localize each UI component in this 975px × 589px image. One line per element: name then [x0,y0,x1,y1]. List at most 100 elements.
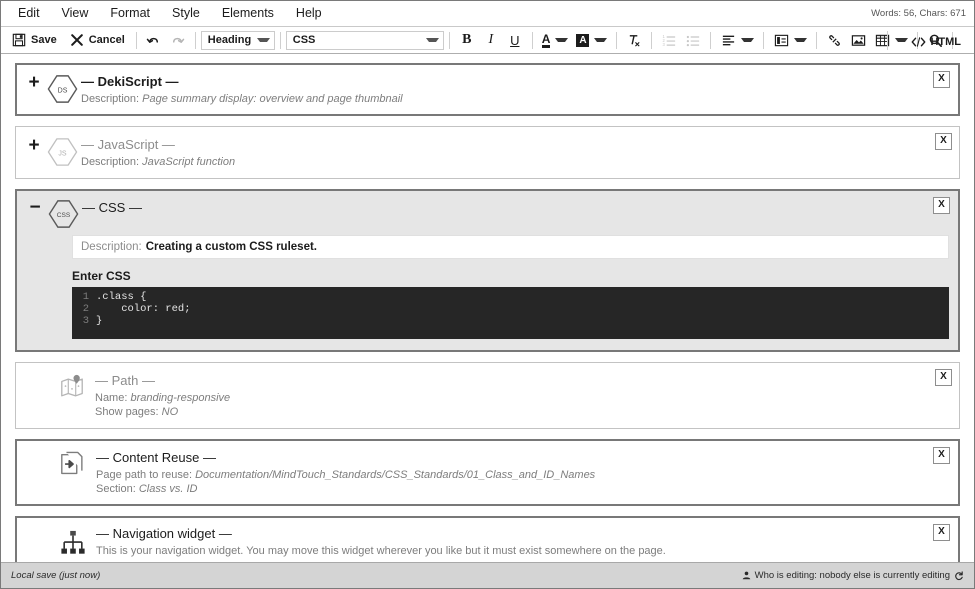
hexagon-icon: JS [43,136,81,167]
refresh-icon[interactable] [954,570,964,581]
italic-button[interactable]: I [479,29,503,52]
menu-format[interactable]: Format [99,1,161,26]
widget-navigation[interactable]: — Navigation widget — This is your navig… [15,516,960,562]
word-char-count: Words: 56, Chars: 671 [871,8,966,19]
clear-format-icon [626,32,642,48]
editor-canvas[interactable]: + DS — DekiScript — Description: Page su… [1,54,974,562]
style-select[interactable]: CSS [285,30,444,50]
bold-button[interactable]: B [455,29,479,52]
row-value: This is your navigation widget. You may … [96,545,666,557]
widget-row: Description: Page summary display: overv… [81,92,948,106]
italic-label: I [488,32,494,47]
toolbar-divider [816,31,818,49]
row-value: Class vs. ID [138,483,198,495]
link-button[interactable] [822,29,846,52]
widget-row: Description: JavaScript function [81,155,949,169]
menu-view[interactable]: View [51,1,100,26]
save-disk-icon [11,32,27,48]
remove-widget-button[interactable]: X [935,369,952,386]
highlight-label: A [576,33,590,47]
css-description-input[interactable]: Description: Creating a custom CSS rules… [72,235,949,259]
expand-toggle[interactable]: + [25,73,43,92]
menu-elements[interactable]: Elements [211,1,285,26]
widget-row: Name: branding-responsive [95,391,949,405]
cancel-label: Cancel [88,34,125,46]
toolbar-divider [710,31,712,49]
bullet-list-button[interactable] [681,29,705,52]
align-button[interactable] [716,29,758,52]
toolbar-divider [616,31,618,49]
toolbar-divider [194,31,196,49]
toolbar-divider [763,31,765,49]
row-label: Page path to reuse: [96,469,193,481]
toolbar-divider [887,31,888,50]
svg-text:JS: JS [58,150,67,157]
code-line: 1 .class { [72,291,949,303]
sitemap-icon [50,528,96,556]
text-color-button[interactable]: A [538,29,573,52]
menu-edit[interactable]: Edit [7,1,51,26]
widget-row: Page path to reuse: Documentation/MindTo… [96,468,948,482]
person-icon [742,571,751,580]
chevron-down-icon [256,38,270,42]
heading-select[interactable]: Heading [200,30,275,50]
widget-title: — Content Reuse — [96,450,216,465]
row-label: Section: [96,483,136,495]
save-button[interactable]: Save [5,29,63,52]
editing-status-text: Who is editing: nobody else is currently… [754,570,950,581]
remove-widget-button[interactable]: X [935,133,952,150]
widget-css[interactable]: − CSS — CSS — Description: Creating a cu… [15,189,960,352]
chevron-down-icon [741,38,755,42]
bullet-list-icon [685,32,701,48]
save-label: Save [31,34,57,46]
remove-widget-button[interactable]: X [933,71,950,88]
style-select-value: CSS [292,34,316,46]
code-text: } [96,315,103,327]
table-icon [874,32,890,48]
menu-style[interactable]: Style [161,1,211,26]
enter-css-label: Enter CSS [72,269,131,283]
chevron-down-icon [594,38,608,42]
widget-content-reuse[interactable]: — Content Reuse — Page path to reuse: Do… [15,439,960,506]
remove-widget-button[interactable]: X [933,447,950,464]
remove-widget-button[interactable]: X [933,524,950,541]
local-save-status: Local save (just now) [11,570,101,581]
clear-formatting-button[interactable] [622,29,646,52]
formatting-toolbar: Save Cancel Heading CSS B I U A A 1 2 3 … [1,27,974,54]
toolbar-divider [279,31,281,49]
indent-button[interactable] [769,29,811,52]
widget-javascript[interactable]: + JS — JavaScript — Description: JavaScr… [15,126,960,179]
description-value: Creating a custom CSS ruleset. [145,241,317,253]
row-value: Page summary display: overview and page … [142,93,403,105]
row-label: Description: [81,93,140,105]
link-icon [826,32,842,48]
code-line: 2 color: red; [72,303,949,315]
html-source-button[interactable]: HTML [903,30,969,53]
line-number: 1 [82,291,89,303]
underline-button[interactable]: U [503,29,527,52]
widget-dekiscript[interactable]: + DS — DekiScript — Description: Page su… [15,63,960,116]
highlight-color-button[interactable]: A [572,29,611,52]
redo-button[interactable] [166,29,190,52]
css-code-editor[interactable]: 1 .class { 2 color: red; 3 } [72,287,949,339]
image-button[interactable] [846,29,870,52]
remove-widget-button[interactable]: X [933,197,950,214]
underline-label: U [510,32,520,48]
editor-window: Edit View Format Style Elements Help Wor… [0,0,975,589]
hexagon-icon: DS [43,73,81,104]
status-bar: Local save (just now) Who is editing: no… [1,562,974,588]
numbered-list-button[interactable]: 1 2 3 [657,29,681,52]
widget-title: — Navigation widget — [96,526,232,541]
row-label: Description: [81,156,140,168]
chevron-down-icon [794,38,808,42]
widget-row: Section: Class vs. ID [96,482,948,496]
undo-button[interactable] [142,29,166,52]
cancel-button[interactable]: Cancel [63,29,131,52]
code-brackets-icon [911,34,926,50]
collapse-toggle[interactable]: − [26,198,44,217]
menu-help[interactable]: Help [285,1,333,26]
numbered-list-icon: 1 2 3 [661,32,677,48]
expand-toggle[interactable]: + [25,136,43,155]
html-label: HTML [930,35,961,48]
widget-path[interactable]: — Path — Name: branding-responsive Show … [15,362,960,429]
